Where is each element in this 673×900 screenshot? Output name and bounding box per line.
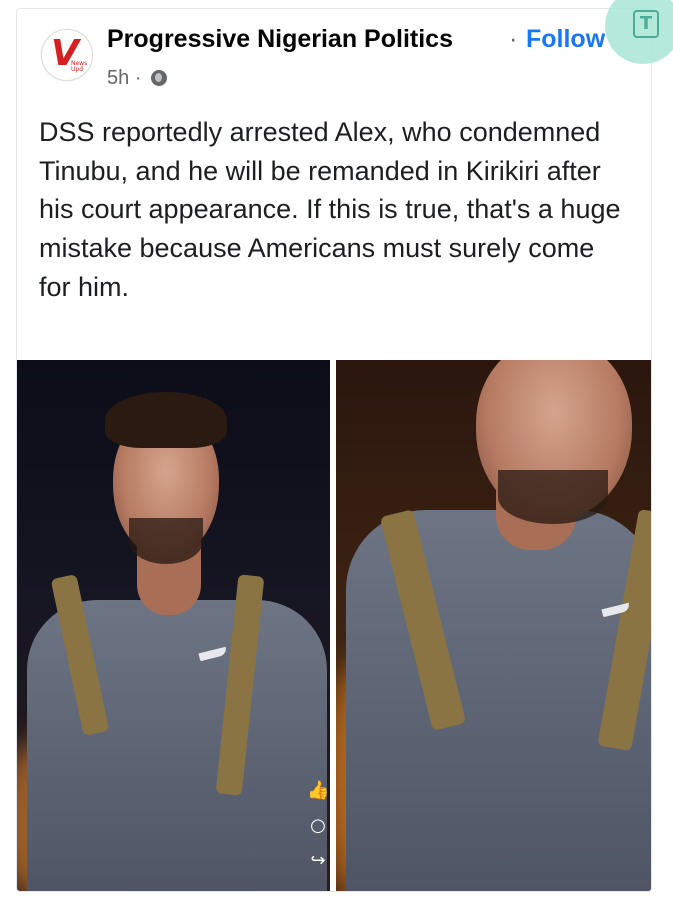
post-header: V News Upd Progressive Nigerian Politics… <box>17 9 651 99</box>
post-text: DSS reportedly arrested Alex, who condem… <box>39 117 621 302</box>
post-timestamp[interactable]: 5h <box>107 67 129 89</box>
follow-button[interactable]: Follow <box>526 25 605 54</box>
meta-separator: · <box>134 67 142 89</box>
photo-right[interactable] <box>336 360 651 891</box>
logo-subtext: News Upd <box>71 60 88 73</box>
globe-icon <box>151 70 168 86</box>
page-name-link[interactable]: Progressive Nigerian Politics <box>107 25 453 54</box>
post-card: V News Upd Progressive Nigerian Politics… <box>16 8 652 892</box>
person-beard <box>498 470 608 524</box>
person-hair <box>105 392 227 448</box>
person-beard <box>129 518 203 564</box>
photo-left[interactable]: 👍 ○ ↪ <box>17 360 330 891</box>
share-icon[interactable]: ↪ <box>307 850 329 872</box>
header-separator: · <box>509 25 518 53</box>
post-meta: 5h · <box>107 67 168 90</box>
comment-icon[interactable]: ○ <box>307 815 329 837</box>
watermark-t-icon: T <box>633 10 659 38</box>
reaction-bar: 👍 ○ ↪ <box>307 780 330 885</box>
thumbs-up-icon[interactable]: 👍 <box>307 780 329 802</box>
page-avatar[interactable]: V News Upd <box>41 29 93 81</box>
photo-grid: 👍 ○ ↪ <box>17 360 651 891</box>
